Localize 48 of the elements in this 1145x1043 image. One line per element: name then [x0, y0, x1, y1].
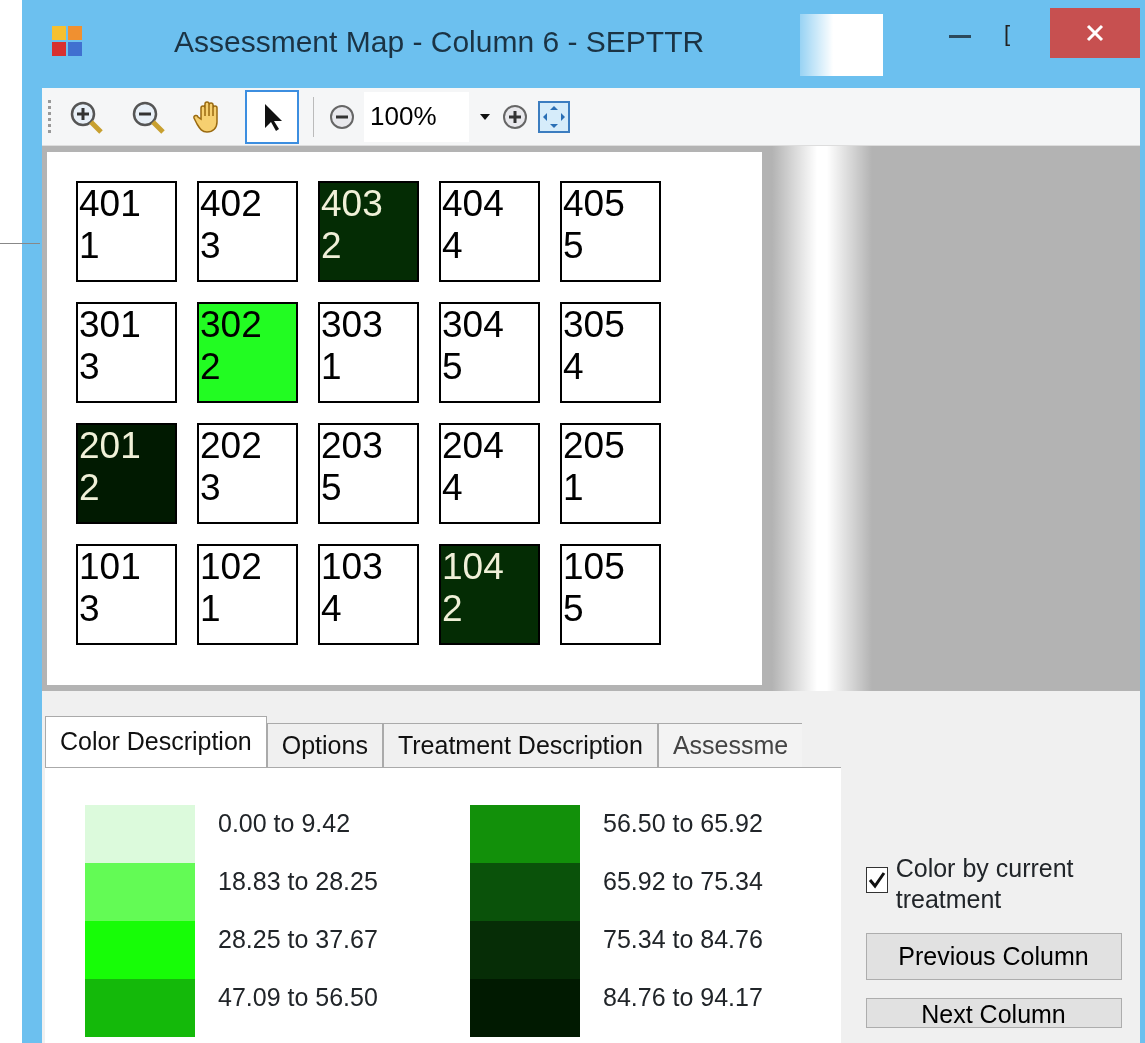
plot-cell[interactable]: 304 5 — [439, 302, 540, 403]
plot-cell[interactable]: 305 4 — [560, 302, 661, 403]
tab[interactable]: Assessme — [657, 723, 803, 767]
plot-cell[interactable]: 203 5 — [318, 423, 419, 524]
plot-cell[interactable]: 405 5 — [560, 181, 661, 282]
range-label: 75.34 to 84.76 — [603, 924, 763, 955]
tab[interactable]: Color Description — [45, 716, 267, 767]
maximize-button[interactable]: [ — [987, 14, 1027, 58]
plot-cell[interactable]: 402 3 — [197, 181, 298, 282]
range-label: 56.50 to 65.92 — [603, 808, 763, 839]
zoom-field[interactable]: 100% — [364, 91, 469, 142]
plot-cell[interactable]: 401 1 — [76, 181, 177, 282]
range-label: 18.83 to 28.25 — [218, 866, 378, 897]
plot-cell[interactable]: 204 4 — [439, 423, 540, 524]
plot-cell[interactable]: 103 4 — [318, 544, 419, 645]
fit-to-window-button[interactable] — [537, 99, 571, 134]
close-icon — [1085, 23, 1105, 43]
tab[interactable]: Treatment Description — [382, 723, 658, 767]
plot-cell[interactable]: 201 2 — [76, 423, 177, 524]
check-icon — [867, 871, 886, 889]
zoom-out-button[interactable] — [328, 102, 356, 131]
app-icon — [50, 24, 84, 58]
plot-cell[interactable]: 301 3 — [76, 302, 177, 403]
close-button[interactable] — [1050, 8, 1140, 58]
checkbox[interactable] — [865, 867, 888, 893]
range-label: 47.09 to 56.50 — [218, 982, 378, 1013]
tab[interactable]: Options — [266, 723, 383, 767]
range-label: 28.25 to 37.67 — [218, 924, 378, 955]
tool-button[interactable] — [245, 89, 299, 144]
plot-cell[interactable]: 302 2 — [197, 302, 298, 403]
range-label: 0.00 to 9.42 — [218, 808, 351, 839]
plot-cell[interactable]: 105 5 — [560, 544, 661, 645]
range-label: 84.76 to 94.17 — [603, 982, 763, 1013]
plot-cell[interactable]: 205 1 — [560, 423, 661, 524]
plot-cell[interactable]: 404 4 — [439, 181, 540, 282]
plot-cell[interactable]: 101 3 — [76, 544, 177, 645]
column-button[interactable]: Previous Column — [865, 933, 1122, 980]
window-title: Assessment Map - Column 6 - SEPTTR — [174, 23, 705, 60]
plot-cell[interactable]: 303 1 — [318, 302, 419, 403]
plot-cell[interactable]: 104 2 — [439, 544, 540, 645]
range-label: 65.92 to 75.34 — [603, 866, 763, 897]
checkbox-label: Color by current treatment — [895, 853, 1075, 915]
plot-cell[interactable]: 403 2 — [318, 181, 419, 282]
zoom-in-button[interactable] — [501, 102, 529, 131]
plot-cell[interactable]: 202 3 — [197, 423, 298, 524]
plot-cell[interactable]: 102 1 — [197, 544, 298, 645]
toolbar-grip — [48, 99, 51, 134]
column-button[interactable]: Next Column — [865, 998, 1122, 1028]
